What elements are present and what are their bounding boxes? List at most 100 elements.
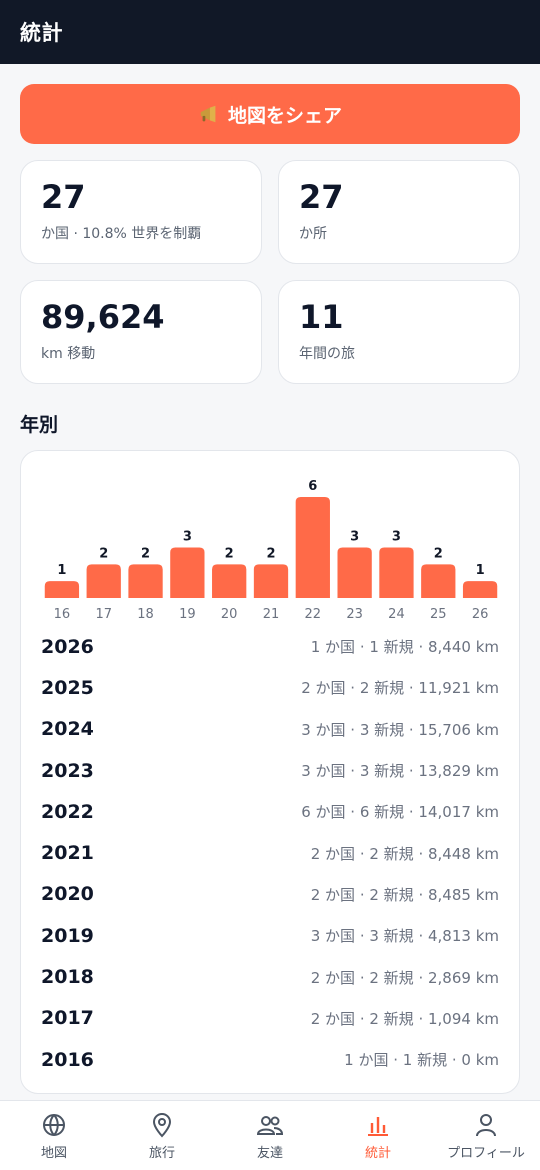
year-label: 2025 xyxy=(41,676,94,699)
category-label: 26 xyxy=(472,607,489,622)
year-row: 2023 3 か国 · 3 新規 · 13,829 km xyxy=(41,750,499,791)
stat-label: km 移動 xyxy=(41,346,96,362)
tab-stats[interactable]: 統計 xyxy=(324,1101,432,1170)
bar-value-label: 3 xyxy=(183,530,192,545)
bar-21 xyxy=(253,564,289,598)
share-map-button[interactable]: 地図をシェア xyxy=(20,84,520,144)
year-detail: 2 か国 · 2 新規 · 1,094 km xyxy=(310,1009,499,1028)
year-detail: 3 か国 · 3 新規 · 4,813 km xyxy=(310,927,499,946)
year-row: 2016 1 か国 · 1 新規 · 0 km xyxy=(41,1039,499,1080)
yearly-bar-chart: 1 16 2 17 2 18 3 19 2 20 2 21 6 22 3 23 3 24 2 25 1 26 xyxy=(44,479,498,622)
globe-icon xyxy=(43,1114,65,1136)
year-detail: 3 か国 · 3 新規 · 13,829 km xyxy=(301,762,499,781)
stat-card-distance: 89,624 km 移動 xyxy=(20,280,262,384)
year-label: 2017 xyxy=(41,1007,94,1030)
year-row: 2022 6 か国 · 6 新規 · 14,017 km xyxy=(41,791,499,832)
year-row: 2018 2 か国 · 2 新規 · 2,869 km xyxy=(41,956,499,997)
year-detail: 2 か国 · 2 新規 · 11,921 km xyxy=(301,679,499,698)
stat-value: 27 xyxy=(299,178,344,216)
year-label: 2018 xyxy=(41,966,94,989)
tab-friends[interactable]: 友達 xyxy=(216,1101,324,1170)
bar-26 xyxy=(462,581,498,598)
category-label: 25 xyxy=(430,607,447,622)
bar-19 xyxy=(170,547,205,598)
year-detail: 3 か国 · 3 新規 · 15,706 km xyxy=(301,720,499,739)
tab-label: 旅行 xyxy=(148,1146,175,1161)
stat-card-countries: 27 か国 · 10.8% 世界を制覇 xyxy=(20,160,262,264)
bar-value-label: 2 xyxy=(266,546,275,561)
stat-card-places: 27 か所 xyxy=(278,160,520,264)
yearly-card: 1 16 2 17 2 18 3 19 2 20 2 21 6 22 3 23 3 24 2 25 1 26 2026 1 … xyxy=(20,450,520,1094)
year-row: 2024 3 か国 · 3 新規 · 15,706 km xyxy=(41,709,499,750)
bar-18 xyxy=(128,564,163,598)
bar-25 xyxy=(421,564,456,598)
year-label: 2016 xyxy=(41,1048,94,1071)
map-pin-icon xyxy=(152,1113,172,1138)
year-detail: 2 か国 · 2 新規 · 2,869 km xyxy=(310,968,499,987)
bar-17 xyxy=(86,564,121,598)
year-row: 2025 2 か国 · 2 新規 · 11,921 km xyxy=(41,667,499,708)
bar-16 xyxy=(44,581,80,598)
share-map-label: 地図をシェア xyxy=(227,104,342,127)
bar-24 xyxy=(379,547,414,598)
friends-icon xyxy=(256,1116,284,1135)
stat-value: 11 xyxy=(299,298,344,336)
year-row: 2021 2 か国 · 2 新規 · 8,448 km xyxy=(41,832,499,873)
stat-label: か国 · 10.8% 世界を制覇 xyxy=(41,226,202,242)
category-label: 17 xyxy=(95,607,112,622)
bar-value-label: 2 xyxy=(141,546,150,561)
tab-trips[interactable]: 旅行 xyxy=(108,1101,216,1170)
tab-label: 統計 xyxy=(364,1146,391,1161)
bar-value-label: 1 xyxy=(476,563,485,578)
year-label: 2023 xyxy=(41,759,94,782)
bar-value-label: 1 xyxy=(57,563,66,578)
tab-label: 友達 xyxy=(256,1146,283,1161)
bar-23 xyxy=(337,547,372,598)
year-row: 2019 3 か国 · 3 新規 · 4,813 km xyxy=(41,915,499,956)
year-detail: 6 か国 · 6 新規 · 14,017 km xyxy=(301,803,499,822)
bar-value-label: 3 xyxy=(350,530,359,545)
stat-value: 89,624 xyxy=(41,298,165,336)
year-detail: 2 か国 · 2 新規 · 8,485 km xyxy=(310,885,499,904)
bar-22 xyxy=(295,497,330,598)
category-label: 19 xyxy=(179,607,196,622)
bar-value-label: 3 xyxy=(392,530,401,545)
bar-value-label: 2 xyxy=(434,546,443,561)
category-label: 18 xyxy=(137,607,154,622)
bar-20 xyxy=(212,564,247,598)
stat-value: 27 xyxy=(41,178,86,216)
bar-chart-icon xyxy=(368,1117,388,1136)
megaphone-icon xyxy=(198,103,220,125)
year-label: 2026 xyxy=(41,635,94,658)
year-row: 2020 2 か国 · 2 新規 · 8,485 km xyxy=(41,874,499,915)
bar-value-label: 2 xyxy=(99,546,108,561)
year-label: 2024 xyxy=(41,718,94,741)
stat-label: か所 xyxy=(299,226,327,242)
page-title: 統計 xyxy=(20,21,63,45)
tab-profile[interactable]: プロフィール xyxy=(432,1101,540,1170)
stat-label: 年間の旅 xyxy=(299,346,355,362)
tab-label: プロフィール xyxy=(447,1146,525,1161)
section-title-yearly: 年別 xyxy=(20,414,59,436)
yearly-list: 2026 1 か国 · 1 新規 · 8,440 km 2025 2 か国 · 2 新… xyxy=(41,626,499,1080)
category-label: 20 xyxy=(221,607,238,622)
app-header: 統計 xyxy=(0,0,540,64)
tab-map[interactable]: 地図 xyxy=(0,1101,108,1170)
year-label: 2020 xyxy=(41,883,94,906)
tab-label: 地図 xyxy=(40,1146,67,1161)
category-label: 23 xyxy=(346,607,363,622)
category-label: 24 xyxy=(388,607,405,622)
bar-value-label: 6 xyxy=(308,479,317,494)
category-label: 21 xyxy=(263,607,280,622)
year-label: 2021 xyxy=(41,842,94,865)
year-detail: 1 か国 · 1 新規 · 8,440 km xyxy=(310,638,499,657)
bottom-tab-bar: 地図 旅行 友達 統計 プロフィール xyxy=(0,1100,540,1170)
year-label: 2019 xyxy=(41,924,94,947)
category-label: 22 xyxy=(305,607,322,622)
year-label: 2022 xyxy=(41,800,94,823)
bar-value-label: 2 xyxy=(225,546,234,561)
person-icon xyxy=(476,1114,496,1137)
stat-card-years: 11 年間の旅 xyxy=(278,280,520,384)
category-label: 16 xyxy=(54,607,71,622)
year-detail: 2 か国 · 2 新規 · 8,448 km xyxy=(310,844,499,863)
